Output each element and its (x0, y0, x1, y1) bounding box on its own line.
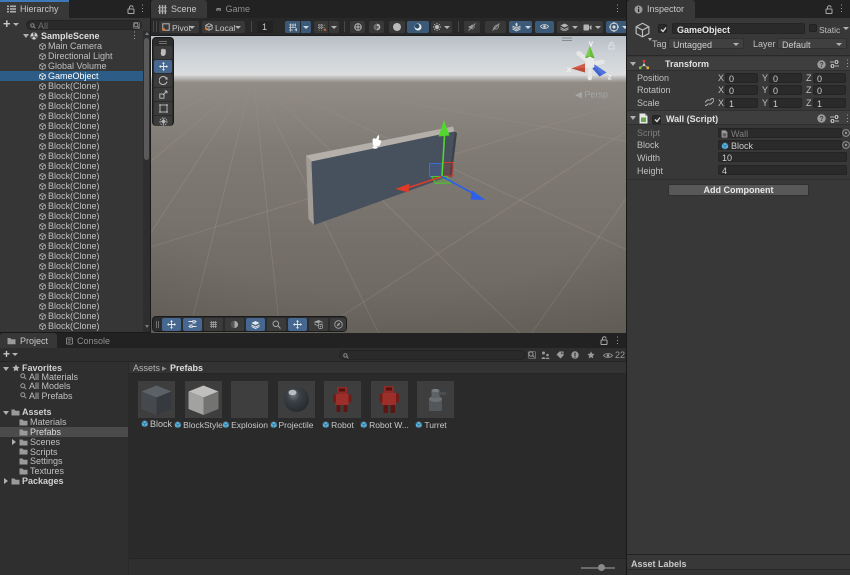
svg-text:x: x (567, 64, 572, 74)
svg-text:?: ? (819, 62, 823, 69)
svg-text:?: ? (819, 116, 823, 123)
svg-text:z: z (608, 72, 612, 82)
svg-text:y: y (589, 38, 594, 48)
svg-text:◀ Persp: ◀ Persp (575, 90, 608, 100)
